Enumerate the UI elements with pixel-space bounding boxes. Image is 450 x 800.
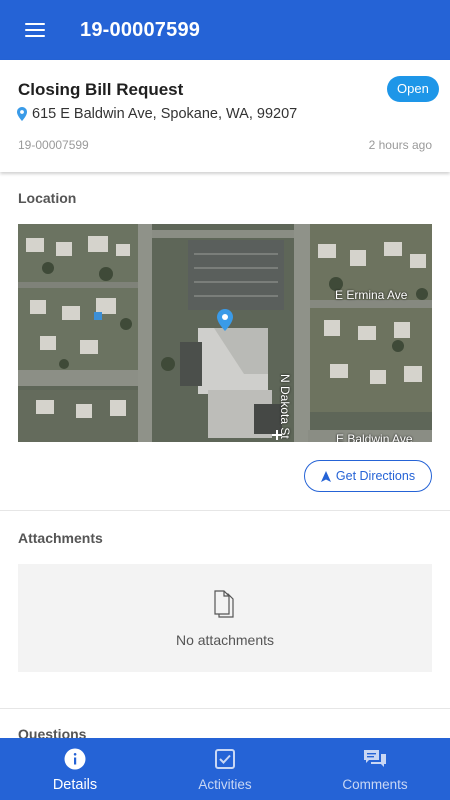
attachments-empty-state: No attachments	[18, 564, 432, 672]
map-street-label: E Baldwin Ave	[336, 432, 413, 442]
tab-comments-label: Comments	[342, 777, 408, 792]
section-divider	[0, 510, 450, 511]
page-title: 19-00007599	[80, 18, 201, 41]
attachments-heading: Attachments	[18, 530, 103, 546]
status-badge[interactable]: Open	[387, 76, 439, 102]
map-location-pin-icon	[217, 309, 233, 331]
location-map[interactable]: E Ermina Ave N Dakota St E Baldwin Ave	[18, 224, 432, 442]
comments-icon	[363, 747, 387, 771]
tab-activities-label: Activities	[198, 777, 252, 792]
location-heading: Location	[18, 190, 77, 206]
tab-comments[interactable]: Comments	[300, 738, 450, 800]
address-text: 615 E Baldwin Ave, Spokane, WA, 99207	[32, 106, 298, 122]
get-directions-label: Get Directions	[335, 469, 416, 483]
hamburger-menu-icon	[25, 23, 45, 37]
top-app-bar: 19-00007599	[0, 0, 450, 60]
section-divider	[0, 708, 450, 709]
checkbox-icon	[213, 747, 237, 771]
tab-details-label: Details	[52, 777, 98, 793]
tab-activities[interactable]: Activities	[150, 738, 300, 800]
tab-details[interactable]: Details	[0, 738, 150, 800]
location-pin-icon	[17, 107, 27, 121]
map-street-label: E Ermina Ave	[335, 288, 408, 302]
questions-heading: Questions	[18, 726, 87, 738]
get-directions-button[interactable]: Get Directions	[304, 460, 432, 492]
navigation-arrow-icon	[320, 470, 331, 482]
request-id: 19-00007599	[18, 138, 89, 152]
address-row[interactable]: 615 E Baldwin Ave, Spokane, WA, 99207	[17, 106, 297, 122]
document-icon	[214, 590, 234, 618]
satellite-map-image	[18, 224, 432, 442]
map-compass-marker-vertical	[276, 430, 278, 440]
app-screen: 19-00007599 Closing Bill Request Open 61…	[0, 0, 450, 800]
menu-button[interactable]	[0, 0, 70, 60]
request-title: Closing Bill Request	[18, 80, 184, 99]
no-attachments-text: No attachments	[175, 632, 275, 648]
request-timestamp: 2 hours ago	[368, 138, 432, 152]
bottom-navigation: Details Activities Comments	[0, 738, 450, 800]
map-street-label: N Dakota St	[278, 374, 292, 439]
info-icon	[63, 747, 87, 771]
details-content[interactable]: Location E Ermina Ave N Dakota St E Bald…	[0, 172, 450, 738]
request-summary-card: Closing Bill Request Open 615 E Baldwin …	[0, 60, 450, 172]
